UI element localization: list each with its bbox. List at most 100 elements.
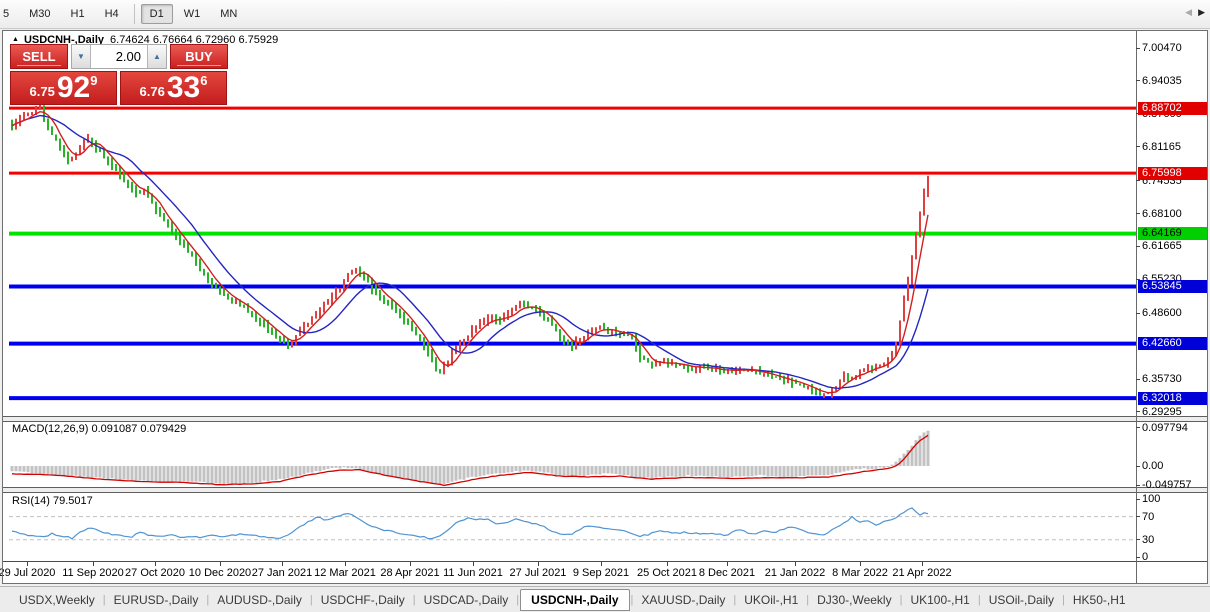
volume-increase-button[interactable]: ▲ bbox=[147, 45, 166, 68]
macd-indicator-label: MACD(12,26,9) 0.091087 0.079429 bbox=[12, 423, 186, 435]
macd-histogram-bar bbox=[647, 466, 650, 478]
date-tick-mark bbox=[601, 562, 602, 566]
macd-histogram-bar bbox=[19, 466, 22, 471]
tab-scroll-right-icon[interactable]: ▶ bbox=[1198, 7, 1205, 18]
macd-histogram-bar bbox=[339, 466, 342, 468]
macd-histogram-bar bbox=[579, 466, 582, 476]
price-level-tag: 6.88702 bbox=[1138, 102, 1208, 115]
tab-usdcnh-daily[interactable]: USDCNH-,Daily bbox=[520, 589, 629, 611]
macd-histogram-bar bbox=[847, 466, 850, 471]
macd-histogram-bar bbox=[823, 466, 826, 475]
tab-hk50-h1[interactable]: HK50-,H1 bbox=[1066, 590, 1133, 610]
macd-histogram-bar bbox=[439, 466, 442, 484]
collapse-triangle-icon[interactable]: ▲ bbox=[12, 36, 19, 43]
macd-histogram-bar bbox=[591, 466, 594, 474]
buy-price-sup: 6 bbox=[200, 73, 207, 88]
price-tick-label: 6.29295 bbox=[1142, 406, 1182, 418]
macd-histogram-bar bbox=[255, 466, 258, 483]
tab-usoil-daily[interactable]: USOil-,Daily bbox=[982, 590, 1061, 610]
macd-histogram-bar bbox=[423, 466, 426, 482]
timeframe-button-h4[interactable]: H4 bbox=[96, 4, 128, 24]
macd-histogram-bar bbox=[799, 466, 802, 476]
macd-histogram-bar bbox=[891, 465, 894, 466]
buy-button[interactable]: BUY bbox=[170, 44, 228, 69]
price-tick-mark bbox=[1136, 80, 1140, 81]
macd-histogram-bar bbox=[147, 466, 150, 481]
macd-histogram-bar bbox=[623, 466, 626, 475]
macd-histogram-bar bbox=[775, 466, 778, 476]
macd-histogram-bar bbox=[131, 466, 134, 481]
macd-histogram-bar bbox=[159, 466, 162, 482]
macd-histogram-bar bbox=[151, 466, 154, 482]
chevron-down-icon: ▼ bbox=[77, 52, 85, 61]
volume-input[interactable]: 2.00 bbox=[91, 45, 147, 68]
timeframe-button-mn[interactable]: MN bbox=[211, 4, 246, 24]
macd-histogram-bar bbox=[39, 466, 42, 474]
timeframe-button-d1[interactable]: D1 bbox=[141, 4, 173, 24]
macd-histogram-bar bbox=[275, 466, 278, 480]
macd-histogram-bar bbox=[387, 466, 390, 476]
macd-histogram-bar bbox=[811, 466, 814, 475]
date-axis-separator bbox=[3, 561, 1208, 562]
timeframe-button-m30[interactable]: M30 bbox=[20, 4, 59, 24]
price-tick-label: 7.00470 bbox=[1142, 42, 1182, 54]
macd-histogram-bar bbox=[443, 466, 446, 484]
macd-histogram-bar bbox=[651, 466, 654, 479]
sell-button[interactable]: SELL bbox=[10, 44, 68, 69]
macd-histogram-bar bbox=[267, 466, 270, 482]
tab-scroll-left-icon[interactable]: ◀ bbox=[1185, 7, 1192, 18]
macd-histogram-bar bbox=[395, 466, 398, 477]
rsi-line bbox=[12, 508, 928, 539]
macd-histogram-bar bbox=[431, 466, 434, 483]
volume-decrease-button[interactable]: ▼ bbox=[72, 45, 91, 68]
macd-histogram-bar bbox=[743, 466, 746, 476]
macd-histogram-bar bbox=[739, 466, 742, 477]
macd-histogram-bar bbox=[331, 466, 334, 468]
tab-usdx-weekly[interactable]: USDX,Weekly bbox=[12, 590, 102, 610]
tab-dj30-weekly[interactable]: DJ30-,Weekly bbox=[810, 590, 898, 610]
price-tick-mark bbox=[1136, 379, 1140, 380]
macd-pane-splitter[interactable] bbox=[3, 416, 1208, 422]
macd-histogram-bar bbox=[867, 466, 870, 469]
macd-histogram-bar bbox=[507, 466, 510, 473]
tab-audusd-daily[interactable]: AUDUSD-,Daily bbox=[210, 590, 309, 610]
sell-price-display[interactable]: 6.75929 bbox=[10, 71, 117, 105]
macd-histogram-bar bbox=[471, 466, 474, 477]
ma-slow-line bbox=[12, 116, 928, 389]
macd-histogram-bar bbox=[883, 466, 886, 468]
tab-usdchf-daily[interactable]: USDCHF-,Daily bbox=[314, 590, 412, 610]
macd-histogram-bar bbox=[11, 466, 14, 471]
tab-ukoil-h1[interactable]: UKOil-,H1 bbox=[737, 590, 805, 610]
rsi-indicator-label: RSI(14) 79.5017 bbox=[12, 495, 93, 507]
date-tick-mark bbox=[795, 562, 796, 566]
macd-histogram-bar bbox=[863, 466, 866, 468]
macd-histogram-bar bbox=[547, 466, 550, 473]
tab-usdcad-daily[interactable]: USDCAD-,Daily bbox=[417, 590, 516, 610]
buy-price-display[interactable]: 6.76336 bbox=[120, 71, 227, 105]
timeframe-button-w1[interactable]: W1 bbox=[175, 4, 210, 24]
timeframe-button-5[interactable]: 5 bbox=[0, 4, 18, 24]
macd-histogram-bar bbox=[67, 466, 70, 477]
tab-uk100-h1[interactable]: UK100-,H1 bbox=[903, 590, 976, 610]
macd-histogram-bar bbox=[887, 466, 890, 467]
rsi-pane-splitter[interactable] bbox=[3, 487, 1208, 493]
macd-histogram-bar bbox=[583, 466, 586, 476]
date-tick-mark bbox=[473, 562, 474, 566]
macd-histogram-bar bbox=[731, 466, 734, 477]
date-tick-mark bbox=[860, 562, 861, 566]
macd-histogram-bar bbox=[99, 466, 102, 477]
macd-histogram-bar bbox=[615, 466, 618, 474]
macd-histogram-bar bbox=[835, 466, 838, 473]
tab-eurusd-daily[interactable]: EURUSD-,Daily bbox=[107, 590, 206, 610]
macd-histogram-bar bbox=[143, 466, 146, 481]
tab-xauusd-daily[interactable]: XAUUSD-,Daily bbox=[634, 590, 732, 610]
macd-histogram-bar bbox=[551, 466, 554, 474]
price-tick-mark bbox=[1136, 180, 1140, 181]
macd-histogram-bar bbox=[167, 466, 170, 482]
macd-histogram-bar bbox=[291, 466, 294, 477]
timeframe-button-h1[interactable]: H1 bbox=[62, 4, 94, 24]
macd-histogram-bar bbox=[719, 466, 722, 477]
macd-tick-mark bbox=[1136, 466, 1140, 467]
date-tick-mark bbox=[155, 562, 156, 566]
date-tick-mark bbox=[410, 562, 411, 566]
